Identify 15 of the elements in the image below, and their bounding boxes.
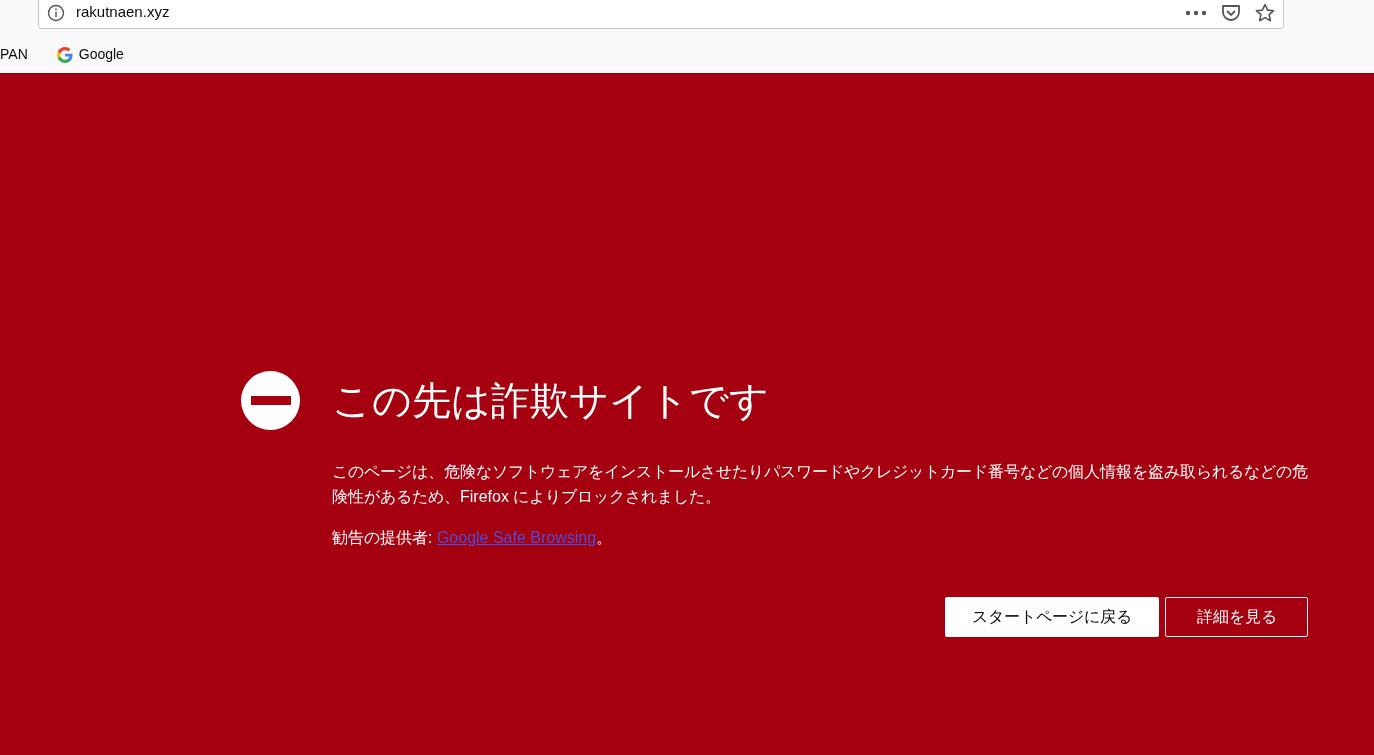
details-button[interactable]: 詳細を見る bbox=[1165, 597, 1308, 637]
address-bar[interactable]: rakutnaen.xyz bbox=[38, 0, 1284, 29]
star-icon[interactable] bbox=[1255, 2, 1275, 23]
info-icon[interactable] bbox=[47, 3, 65, 22]
advisory-period: 。 bbox=[596, 529, 613, 546]
warning-title: この先は詐欺サイトです bbox=[332, 381, 769, 420]
warning-description: このページは、危険なソフトウェアをインストールさせたりパスワードやクレジットカード番号などの個人情報を盗み取られるなどの危険性があるため、Firefox によりブロックされました。 bbox=[332, 462, 1309, 507]
more-icon[interactable] bbox=[1185, 9, 1207, 16]
url-text: rakutnaen.xyz bbox=[76, 2, 170, 23]
bookmark-item[interactable]: Google bbox=[56, 44, 124, 65]
advisory-label: 勧告の提供者: bbox=[332, 529, 434, 546]
google-g-icon bbox=[56, 46, 73, 63]
bookmark-item[interactable]: PAN bbox=[0, 44, 28, 65]
go-back-button[interactable]: スタートページに戻る bbox=[945, 597, 1159, 637]
pocket-icon[interactable] bbox=[1221, 3, 1241, 22]
